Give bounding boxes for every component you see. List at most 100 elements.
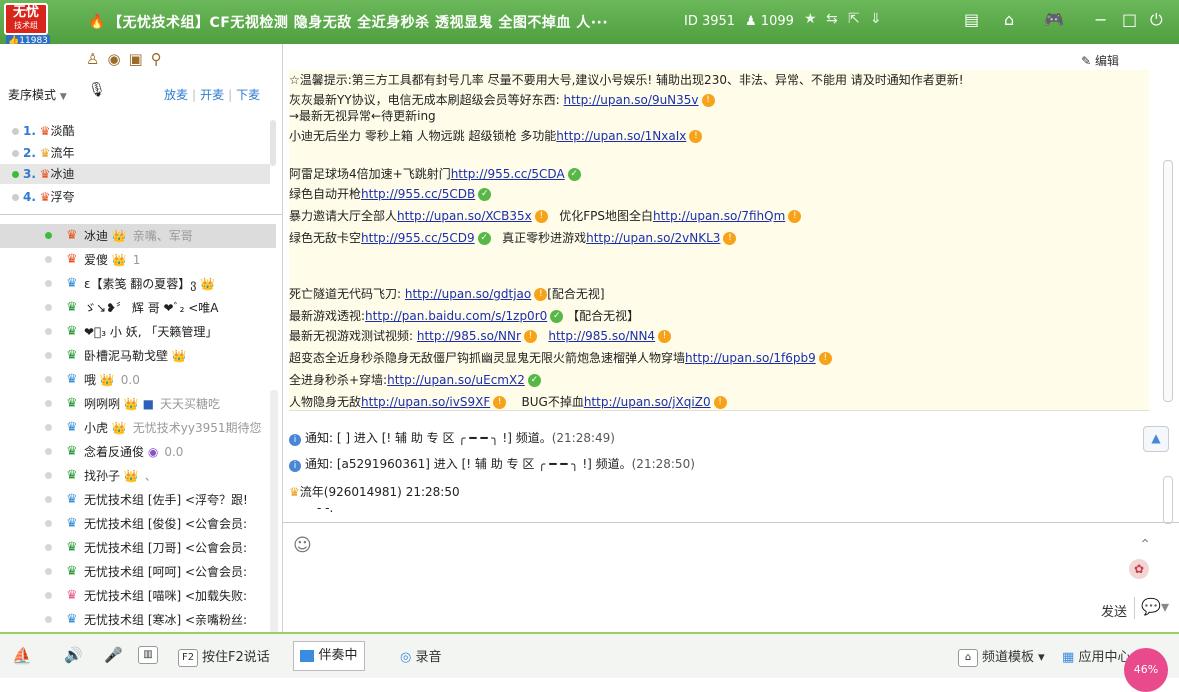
send-options-icon[interactable]: 💬▾ <box>1141 597 1169 616</box>
menu-icon[interactable]: ▤ <box>964 10 979 29</box>
check-icon: ✓ <box>478 188 492 201</box>
notice-link[interactable]: http://upan.so/gdtjao <box>405 287 531 301</box>
chevron-up-icon[interactable]: ⌃ <box>1139 537 1151 553</box>
notice-link[interactable]: http://955.cc/5CDA <box>451 167 565 181</box>
member-row[interactable]: ♛ 念着反通俊 ◉ 0.0 <box>0 440 276 464</box>
vip-badge-icon: ♛ <box>66 492 78 507</box>
push-to-talk-button[interactable]: F2 按住F2说话 <box>178 646 270 667</box>
mic-queue-item[interactable]: 4. ♛浮夸 <box>12 188 75 205</box>
accompany-button[interactable]: 伴奏中 <box>293 641 365 671</box>
notice-link[interactable]: http://upan.so/7fihQm <box>653 209 785 223</box>
system-message: i 通知: [a5291960361] 进入 [! 辅 助 专 区 ╭ ━ ━ ╮… <box>289 455 695 472</box>
notice-link[interactable]: http://upan.so/ivS9XF <box>361 395 490 409</box>
progress-badge[interactable]: 46% <box>1124 648 1168 692</box>
notice-line: 人物隐身无敌http://upan.so/ivS9XF! BUG不掉血http:… <box>289 392 727 410</box>
channel-logo[interactable]: 无忧 技术组 👍11983 <box>4 3 50 47</box>
person-icon[interactable]: ♙ <box>86 50 107 68</box>
queue-scrollbar[interactable] <box>270 120 276 166</box>
leave-mic-link[interactable]: 下麦 <box>236 88 260 102</box>
member-row[interactable]: ♛ 哦 👑 0.0 <box>0 368 276 392</box>
notice-link[interactable]: http://upan.so/9uN35v <box>564 93 699 107</box>
member-row[interactable]: ♛ 无忧技术组 [刀哥] <公會会员: <box>0 536 276 560</box>
vip-badge-icon: ♛ <box>66 252 78 267</box>
message-icon[interactable]: ▣ <box>129 50 151 68</box>
notice-link[interactable]: http://pan.baidu.com/s/1zp0r0 <box>365 309 547 323</box>
member-row[interactable]: ♛ ε【素笺 翻の夏蓉】ვ 👑 <box>0 272 276 296</box>
share-icon[interactable]: ⇆ <box>826 11 838 27</box>
member-row[interactable]: ♛ 无忧技术组 [呵呵] <公會会员: <box>0 560 276 584</box>
sender-name[interactable]: 流年 <box>300 485 324 499</box>
location-icon[interactable]: ◉ <box>107 50 128 68</box>
vip-badge-icon: ♛ <box>66 228 78 243</box>
member-row[interactable]: ♛ 卧槽泥马勒戈壁 👑 <box>0 344 276 368</box>
emoji-icon[interactable]: ☺ <box>293 535 312 556</box>
mic-queue-item-active[interactable]: 3. ♛冰迪 <box>0 164 270 184</box>
mic-mode-select[interactable]: 麦序模式 ▼ <box>8 86 67 103</box>
notice-line: 小迪无后坐力 零秒上箱 人物远跳 超级锁枪 多功能http://upan.so/… <box>289 126 703 147</box>
game-icon[interactable]: 🎮 <box>1044 10 1064 29</box>
message-scrollbar[interactable] <box>1163 476 1173 524</box>
notice-link[interactable]: http://upan.so/uEcmX2 <box>387 373 525 387</box>
panel-divider[interactable] <box>0 214 282 221</box>
vip-badge-icon: ♛ <box>66 468 78 483</box>
mic-queue-item[interactable]: 1. ♛淡酷 <box>12 122 75 139</box>
chat-message-header: ♛流年(926014981) 21:28:50 <box>289 485 460 499</box>
search-icon[interactable]: ⚲ <box>151 50 170 68</box>
member-row[interactable]: ♛ ゞ↘❥〞 辉 哥 ❤ﾞ₂ <唯A <box>0 296 276 320</box>
download-icon[interactable]: ⇓ <box>870 11 882 27</box>
member-row[interactable]: ♛ ❤ﾞ₃ 小 妖, 「天籁管理」 <box>0 320 276 344</box>
scroll-up-button[interactable]: ▲ <box>1143 426 1169 452</box>
member-scrollbar[interactable] <box>270 390 278 650</box>
mic-operations: 放麦 | 开麦 | 下麦 <box>164 88 261 102</box>
member-row[interactable]: ♛ 无忧技术组 [佐手] <浮夸？跟! <box>0 488 276 512</box>
speaker-icon[interactable]: 🔊 <box>64 646 83 664</box>
member-row[interactable]: ♛ 无忧技术组 [喵咪] <加载失败: <box>0 584 276 608</box>
warning-icon: ! <box>713 396 727 409</box>
notice-link[interactable]: http://985.so/NNr <box>417 329 521 343</box>
notice-line: 绿色自动开枪http://955.cc/5CDB ✓ <box>289 184 492 205</box>
home-icon[interactable]: ⌂ <box>1004 10 1014 29</box>
member-row[interactable]: ♛ 小虎 👑 无忧技术yy3951期待您 <box>0 416 276 440</box>
flower-icon[interactable]: ✿ <box>1129 559 1149 579</box>
export-icon[interactable]: ⇱ <box>848 11 860 27</box>
bottom-toolbar: ⛵ 🔊 🎤 ▥ F2 按住F2说话 伴奏中 ◎ 录音 ⌂ 频道模板 ▾ ▦ 应用中心… <box>0 632 1179 692</box>
notice-link[interactable]: http://upan.so/jXqiZ0 <box>584 395 711 409</box>
release-mic-link[interactable]: 放麦 <box>164 88 188 102</box>
notice-link[interactable]: http://985.so/NN4 <box>548 329 655 343</box>
vip-badge-icon: ♛ <box>66 300 78 315</box>
message-input-area[interactable]: ☺ ⌃ ✿ 发送 💬▾ <box>283 522 1179 633</box>
maximize-icon[interactable]: □ <box>1122 10 1137 29</box>
app-center-button[interactable]: ▦ 应用中心 <box>1062 646 1130 665</box>
warning-icon: ! <box>658 330 672 343</box>
power-icon[interactable]: ⏻ <box>1150 10 1163 30</box>
notice-link[interactable]: http://upan.so/1f6pb9 <box>685 351 816 365</box>
notice-link[interactable]: http://955.cc/5CD9 <box>361 231 475 245</box>
member-row[interactable]: ♛ 无忧技术组 [寒冰] <亲嘴粉丝: <box>0 608 276 632</box>
channel-template-button[interactable]: ⌂ 频道模板 ▾ <box>958 646 1045 667</box>
minimize-icon[interactable]: − <box>1094 10 1107 29</box>
star-icon[interactable]: ★ <box>804 11 817 27</box>
microphone-icon[interactable]: 🎤 <box>104 646 123 664</box>
notice-link[interactable]: http://upan.so/2vNKL3 <box>586 231 720 245</box>
channel-notice: ☆温馨提示:第三方工具都有封号几率 尽量不要用大号,建议小号娱乐! 辅助出现23… <box>289 70 1149 410</box>
member-row[interactable]: ♛ 冰迪 👑 亲嘴、军哥 <box>0 224 276 248</box>
mic-status-icon[interactable]: 🎙 <box>88 82 106 98</box>
equalizer-icon[interactable]: ▥ <box>138 646 162 664</box>
member-row[interactable]: ♛ 找孙子 👑、 <box>0 464 276 488</box>
member-row[interactable]: ♛ 咧咧咧 👑 ■ 天天买糖吃 <box>0 392 276 416</box>
edit-button[interactable]: ✎ 编辑 <box>1081 52 1119 69</box>
warning-icon: ! <box>701 94 715 107</box>
warning-icon: ! <box>818 352 832 365</box>
record-button[interactable]: ◎ 录音 <box>400 646 442 665</box>
notice-link[interactable]: http://955.cc/5CDB <box>361 187 475 201</box>
notice-link[interactable]: http://upan.so/XCB35x <box>397 209 532 223</box>
mic-queue-item[interactable]: 2. ♛流年 <box>12 144 75 161</box>
open-mic-link[interactable]: 开麦 <box>200 88 224 102</box>
member-row[interactable]: ♛ 无忧技术组 [俊俊] <公會会员: <box>0 512 276 536</box>
message-list: i 通知: [ ] 进入 [! 辅 助 专 区 ╭ ━ ━ ╮ !] 频道。(21… <box>289 410 1149 523</box>
member-row[interactable]: ♛ 爱傻 👑 1 <box>0 248 276 272</box>
title-bar: 无忧 技术组 👍11983 🔥 【无忧技术组】CF无视检测 隐身无敌 全近身秒杀 … <box>0 0 1179 47</box>
send-button[interactable]: 发送 <box>1101 601 1127 620</box>
notice-link[interactable]: http://upan.so/1NxaIx <box>556 129 686 143</box>
boat-icon[interactable]: ⛵ <box>12 646 32 665</box>
